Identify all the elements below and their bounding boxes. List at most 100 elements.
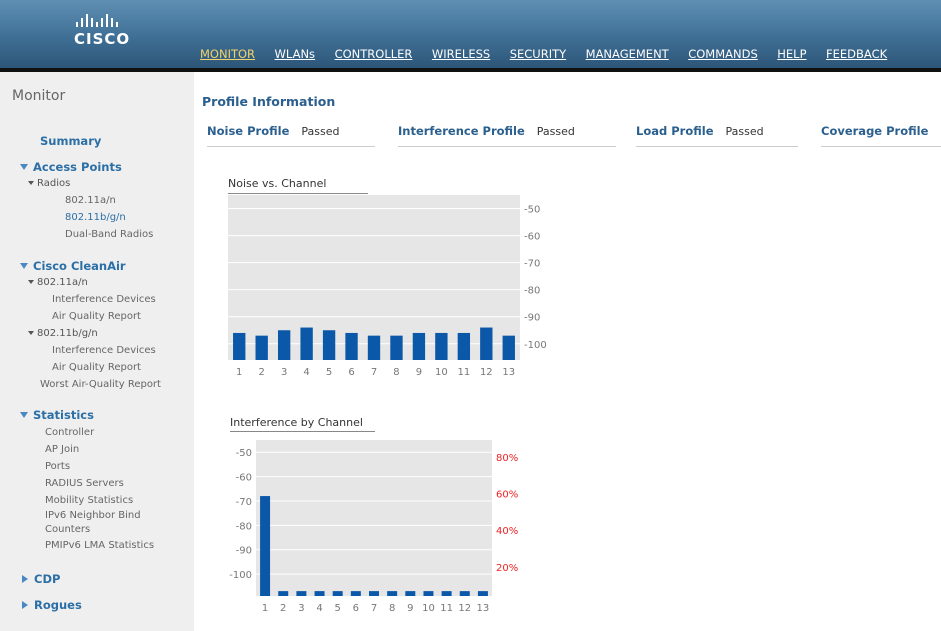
x-tick-label: 1 (236, 367, 242, 378)
sidebar-item-stats-ports[interactable]: Ports (45, 461, 70, 472)
secondary-tick-label: 40% (496, 526, 518, 537)
x-tick-label: 6 (348, 367, 354, 378)
x-tick-label: 13 (502, 367, 515, 378)
bar (412, 332, 426, 360)
x-tick-label: 11 (440, 603, 453, 614)
sidebar-item-worst-air-quality[interactable]: Worst Air-Quality Report (40, 379, 161, 390)
x-tick-label: 4 (316, 603, 322, 614)
bar (423, 591, 434, 596)
interference-chart-title: Interference by Channel (230, 416, 363, 429)
sidebar-item-interference-devices-bg[interactable]: Interference Devices (52, 345, 156, 356)
y-tick-label: -70 (524, 259, 540, 270)
nav-wlans[interactable]: WLANs (275, 47, 316, 61)
y-tick-label: -50 (236, 448, 252, 459)
sidebar-item-stats-pmipv6[interactable]: PMIPv6 LMA Statistics (45, 540, 154, 551)
sidebar-item-dual-band-radios[interactable]: Dual-Band Radios (65, 229, 153, 240)
noise-profile-value: Passed (301, 125, 340, 138)
plot-area (228, 195, 520, 360)
y-tick-label: -80 (524, 286, 540, 297)
sidebar-item-stats-mobility[interactable]: Mobility Statistics (45, 495, 133, 506)
y-tick-label: -60 (236, 473, 252, 484)
plot-area (256, 440, 492, 596)
top-header: CISCO MONITOR WLANs CONTROLLER WIRELESS … (0, 0, 941, 68)
bar (300, 327, 313, 360)
sidebar-item-stats-ipv6-neighbor[interactable]: IPv6 Neighbor Bind (45, 510, 141, 521)
x-tick-label: 3 (298, 603, 304, 614)
sidebar-item-stats-counters[interactable]: Counters (45, 524, 90, 535)
sidebar-item-statistics[interactable]: Statistics (20, 408, 94, 422)
row-divider (398, 146, 616, 147)
y-tick-label: -60 (524, 232, 540, 243)
noise-chart-title: Noise vs. Channel (228, 177, 327, 190)
secondary-tick-label: 60% (496, 490, 518, 501)
row-divider (821, 146, 941, 147)
sidebar-item-cleanair-80211an[interactable]: 802.11a/n (28, 277, 88, 288)
bar (255, 335, 268, 360)
nav-security[interactable]: SECURITY (510, 47, 566, 61)
bar (260, 496, 271, 596)
y-tick-label: -100 (524, 340, 547, 351)
secondary-tick-label: 20% (496, 563, 518, 574)
sidebar-item-air-quality-report-a[interactable]: Air Quality Report (52, 311, 141, 322)
x-tick-label: 9 (416, 367, 422, 378)
bar (435, 332, 448, 360)
x-tick-label: 4 (303, 367, 309, 378)
sidebar-item-summary[interactable]: Summary (40, 134, 101, 148)
cisco-logo-text: CISCO (74, 30, 131, 48)
bar (369, 591, 379, 596)
y-tick-label: -50 (524, 205, 540, 216)
x-tick-label: 8 (393, 367, 399, 378)
nav-management[interactable]: MANAGEMENT (586, 47, 669, 61)
y-tick-label: -100 (229, 570, 252, 581)
bar (457, 332, 471, 360)
interference-by-channel-chart: -50-60-70-80-90-10080%60%40%20%1 2 3 4 5 6 7 8 9… (229, 440, 518, 614)
row-divider (636, 146, 798, 147)
noise-profile: Noise Profile Passed (207, 124, 375, 147)
bar (350, 591, 361, 596)
nav-controller[interactable]: CONTROLLER (335, 47, 413, 61)
sidebar-item-rogues[interactable]: Rogues (22, 598, 82, 612)
x-tick-label: 12 (458, 603, 471, 614)
noise-profile-label: Noise Profile (207, 124, 290, 138)
sidebar-item-air-quality-report-bg[interactable]: Air Quality Report (52, 362, 141, 373)
bar (345, 332, 358, 360)
x-tick-label: 12 (480, 367, 493, 378)
nav-feedback[interactable]: FEEDBACK (826, 47, 887, 61)
sidebar-item-radios[interactable]: Radios (28, 178, 70, 189)
sidebar-item-radio-80211bgn[interactable]: 802.11b/g/n (65, 212, 126, 223)
x-tick-label: 5 (326, 367, 332, 378)
x-tick-label: 7 (371, 603, 377, 614)
secondary-tick-label: 80% (496, 453, 518, 464)
bar (296, 591, 307, 596)
nav-monitor[interactable]: MONITOR (200, 47, 255, 61)
x-tick-label: 10 (435, 367, 448, 378)
bar (278, 591, 289, 596)
nav-commands[interactable]: COMMANDS (688, 47, 758, 61)
collapsed-arrow-icon (22, 601, 28, 609)
load-profile-value: Passed (725, 125, 764, 138)
nav-help[interactable]: HELP (777, 47, 806, 61)
noise-vs-channel-chart: -50-60-70-80-90-1001 2 3 4 5 6 7 8 9 10 11 12 13 (228, 195, 547, 378)
bar (441, 591, 452, 596)
sidebar-item-stats-ap-join[interactable]: AP Join (45, 444, 79, 455)
y-tick-label: -90 (236, 546, 252, 557)
load-profile-label: Load Profile (636, 124, 714, 138)
sidebar: Monitor Summary Access Points Radios 802… (0, 72, 194, 631)
expand-arrow-icon (20, 263, 28, 269)
bar (459, 591, 470, 596)
expand-arrow-icon (28, 331, 34, 335)
sidebar-item-cleanair-80211bgn[interactable]: 802.11b/g/n (28, 328, 98, 339)
bar (233, 332, 246, 360)
sidebar-item-stats-controller[interactable]: Controller (45, 427, 94, 438)
x-tick-label: 8 (389, 603, 395, 614)
x-tick-label: 11 (457, 367, 470, 378)
bar (387, 591, 398, 596)
nav-wireless[interactable]: WIRELESS (432, 47, 490, 61)
sidebar-item-cleanair[interactable]: Cisco CleanAir (20, 259, 126, 273)
sidebar-item-cdp[interactable]: CDP (22, 572, 60, 586)
sidebar-item-access-points[interactable]: Access Points (20, 160, 122, 174)
sidebar-item-interference-devices-a[interactable]: Interference Devices (52, 294, 156, 305)
sidebar-item-stats-radius[interactable]: RADIUS Servers (45, 478, 124, 489)
bar (322, 330, 336, 360)
sidebar-item-radio-80211an[interactable]: 802.11a/n (65, 195, 116, 206)
